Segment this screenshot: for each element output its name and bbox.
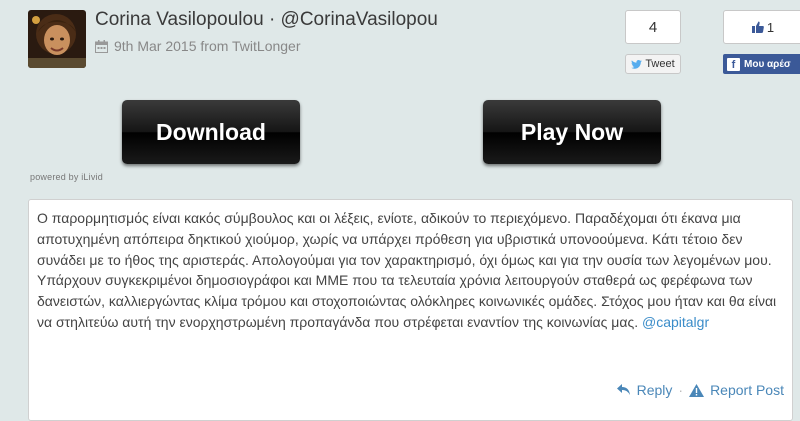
report-post-button[interactable]: Report Post: [710, 382, 784, 398]
action-separator: ·: [678, 382, 684, 398]
author-separator: ·: [268, 9, 276, 30]
calendar-icon: [95, 39, 108, 53]
avatar[interactable]: [28, 10, 86, 68]
powered-by-label: powered by iLivid: [30, 172, 103, 182]
download-button[interactable]: Download: [122, 100, 300, 164]
post-date: 9th Mar 2015 from TwitLonger: [114, 38, 301, 54]
author-handle[interactable]: @CorinaVasilopou: [281, 9, 438, 30]
author-line: Corina Vasilopoulou · @CorinaVasilopou: [95, 9, 438, 31]
reply-button[interactable]: Reply: [637, 382, 673, 398]
like-label: Μου αρέσ: [744, 58, 791, 70]
facebook-like-button[interactable]: f Μου αρέσ: [723, 54, 800, 74]
play-now-button[interactable]: Play Now: [483, 100, 661, 164]
post-meta: 9th Mar 2015 from TwitLonger: [95, 38, 301, 54]
like-count-box: 1: [723, 10, 800, 44]
post-actions: Reply · Report Post: [616, 382, 784, 398]
warning-icon: [689, 383, 705, 397]
thumbs-up-icon: [751, 21, 764, 33]
post-text: Ο παρορμητισμός είναι κακός σύμβουλος κα…: [37, 210, 777, 330]
tweet-label: Tweet: [645, 58, 675, 70]
post-body: Ο παρορμητισμός είναι κακός σύμβουλος κα…: [37, 208, 782, 333]
author-name[interactable]: Corina Vasilopoulou: [95, 9, 264, 30]
tweet-button[interactable]: Tweet: [625, 54, 681, 74]
reply-icon: [616, 384, 630, 395]
facebook-icon: f: [727, 57, 740, 71]
like-count: 1: [766, 19, 775, 35]
mention-link[interactable]: @capitalgr: [642, 314, 709, 330]
facebook-widget: 1 f Μου αρέσ: [723, 10, 800, 74]
post-card: Ο παρορμητισμός είναι κακός σύμβουλος κα…: [28, 199, 793, 421]
tweet-count: 4: [625, 10, 681, 44]
twitter-bird-icon: [631, 59, 643, 69]
tweet-widget: 4 Tweet: [625, 10, 681, 74]
